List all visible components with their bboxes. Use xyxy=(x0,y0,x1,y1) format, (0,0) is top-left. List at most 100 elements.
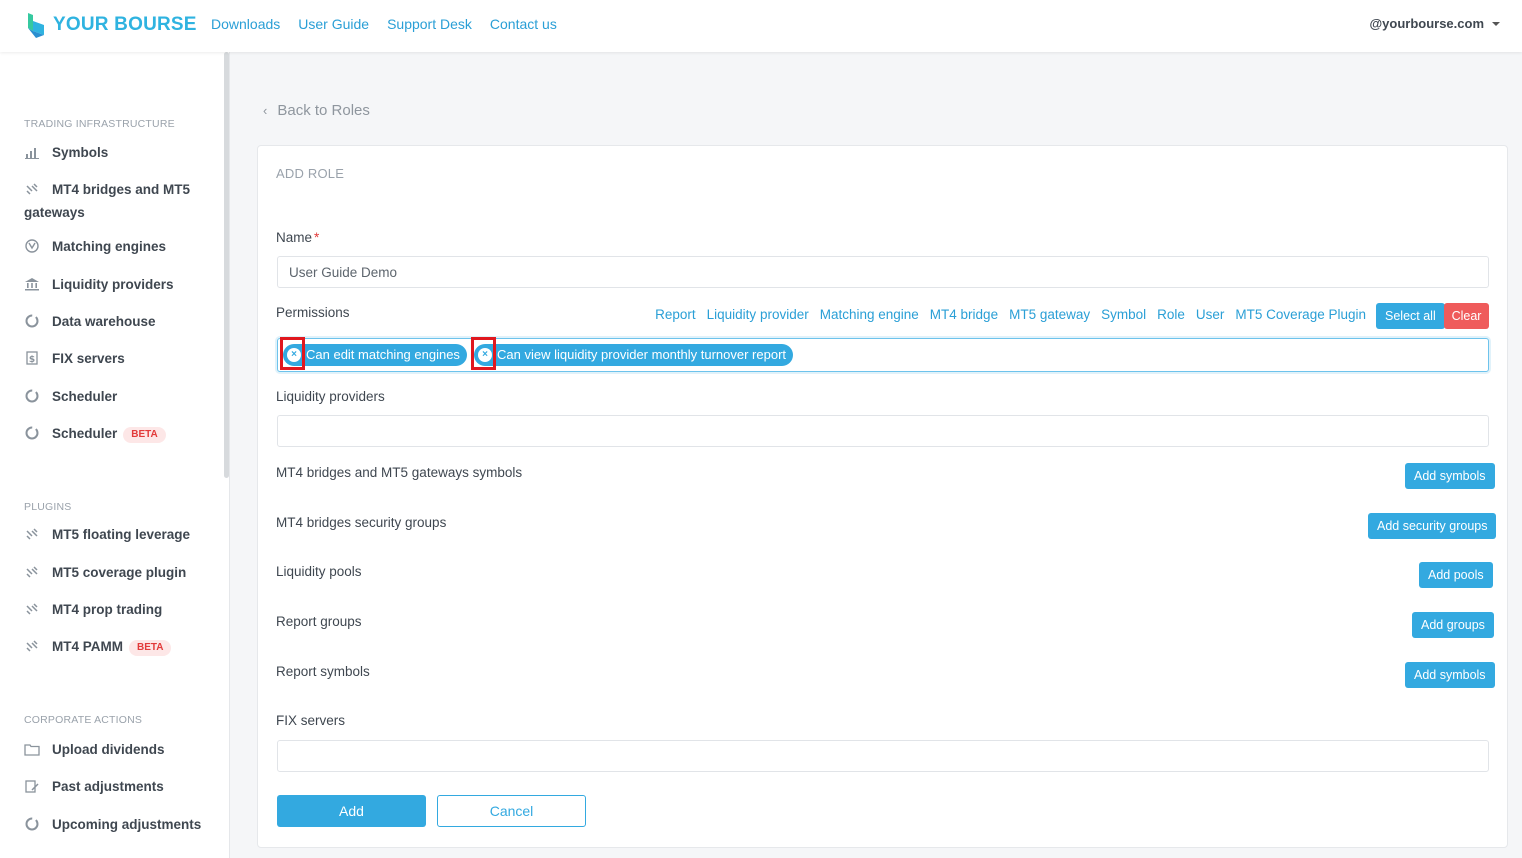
svg-text:$: $ xyxy=(29,355,35,365)
bar-chart-icon xyxy=(25,148,39,159)
filter-mt5-gateway[interactable]: MT5 gateway xyxy=(1009,307,1090,322)
sidebar-item-mt4-pamm[interactable]: MT4 PAMM BETA xyxy=(24,635,214,658)
sidebar-item-mt4-prop-trading[interactable]: MT4 prop trading xyxy=(24,598,214,621)
sidebar-item-liquidity-providers[interactable]: Liquidity providers xyxy=(24,273,214,296)
logo-text: YOUR BOURSE xyxy=(53,14,197,35)
nav-support-desk[interactable]: Support Desk xyxy=(387,16,472,32)
select-all-button[interactable]: Select all xyxy=(1376,303,1445,329)
tag-label: Can edit matching engines xyxy=(306,347,460,362)
liquidity-providers-label: Liquidity providers xyxy=(276,389,385,404)
mt4-symbols-label: MT4 bridges and MT5 gateways symbols xyxy=(276,465,523,480)
card-title: ADD ROLE xyxy=(276,166,345,181)
highlight-box xyxy=(471,337,496,370)
sidebar-item-label: MT5 coverage plugin xyxy=(52,565,187,580)
permission-filters: Report Liquidity provider Matching engin… xyxy=(655,307,1366,322)
edit-icon xyxy=(25,780,39,793)
beta-badge: BETA xyxy=(123,427,166,443)
filter-mt5-coverage-plugin[interactable]: MT5 Coverage Plugin xyxy=(1235,307,1366,322)
sidebar-item-data-warehouse[interactable]: Data warehouse xyxy=(24,310,214,333)
permission-tag: × Can edit matching engines xyxy=(283,344,467,366)
sidebar-item-label: Matching engines xyxy=(52,239,167,254)
sidebar-item-scheduler-beta[interactable]: Scheduler BETA xyxy=(24,422,214,445)
filter-user[interactable]: User xyxy=(1196,307,1225,322)
back-to-roles-link[interactable]: ‹ Back to Roles xyxy=(263,102,370,119)
name-label: Name * xyxy=(276,230,320,245)
fix-servers-input[interactable] xyxy=(277,740,1489,772)
filter-symbol[interactable]: Symbol xyxy=(1101,307,1146,322)
sidebar-item-label: Liquidity providers xyxy=(52,277,174,292)
permission-tag: × Can view liquidity provider monthly tu… xyxy=(474,344,794,366)
circle-icon xyxy=(25,314,39,328)
link-icon xyxy=(26,603,38,615)
bank-icon xyxy=(25,278,39,291)
sidebar-item-mt4-bridges[interactable]: MT4 bridges and MT5 gateways xyxy=(24,178,214,224)
permissions-label: Permissions xyxy=(276,305,350,320)
link-icon xyxy=(26,640,38,652)
filter-matching-engine[interactable]: Matching engine xyxy=(820,307,919,322)
report-groups-label: Report groups xyxy=(276,614,362,629)
sidebar-item-label: Scheduler xyxy=(52,426,118,441)
report-symbols-label: Report symbols xyxy=(276,664,370,679)
sidebar-item-label: MT4 PAMM xyxy=(52,639,123,654)
filter-report[interactable]: Report xyxy=(655,307,696,322)
top-nav: Downloads User Guide Support Desk Contac… xyxy=(211,16,575,32)
link-icon xyxy=(26,566,38,578)
liquidity-pools-label: Liquidity pools xyxy=(276,564,362,579)
sidebar-item-symbols[interactable]: Symbols xyxy=(24,141,214,164)
required-mark: * xyxy=(314,230,320,245)
circle-icon xyxy=(25,426,39,440)
back-label: Back to Roles xyxy=(277,102,370,119)
nav-downloads[interactable]: Downloads xyxy=(211,16,280,32)
sidebar-item-label: Past adjustments xyxy=(52,779,164,794)
circle-icon xyxy=(25,817,39,831)
beta-badge: BETA xyxy=(129,640,172,656)
fix-servers-label: FIX servers xyxy=(276,713,346,728)
add-report-symbols-button[interactable]: Add symbols xyxy=(1405,662,1495,688)
user-menu[interactable]: @yourbourse.com xyxy=(1369,16,1500,31)
sidebar-item-label: Upcoming adjustments xyxy=(52,817,202,832)
highlight-box xyxy=(280,337,305,370)
link-icon xyxy=(26,528,38,540)
filter-liquidity-provider[interactable]: Liquidity provider xyxy=(707,307,809,322)
sidebar-item-matching-engines[interactable]: Matching engines xyxy=(24,235,214,258)
sidebar-item-upcoming-adjustments[interactable]: Upcoming adjustments xyxy=(24,813,214,836)
circle-icon xyxy=(25,389,39,403)
sidebar-item-label: Data warehouse xyxy=(52,314,156,329)
logo-icon xyxy=(28,13,44,38)
sidebar-item-label: Scheduler xyxy=(52,389,118,404)
sidebar-item-label: MT4 bridges and MT5 xyxy=(52,182,191,197)
sidebar-item-label: MT4 prop trading xyxy=(52,602,163,617)
cancel-button[interactable]: Cancel xyxy=(437,795,586,827)
nav-contact-us[interactable]: Contact us xyxy=(490,16,557,32)
liquidity-providers-input[interactable] xyxy=(277,415,1489,447)
sidebar-item-upload-dividends[interactable]: Upload dividends xyxy=(24,738,214,761)
add-security-groups-button[interactable]: Add security groups xyxy=(1368,513,1497,539)
sidebar-item-scheduler[interactable]: Scheduler xyxy=(24,385,214,408)
tag-label: Can view liquidity provider monthly turn… xyxy=(497,347,787,362)
sidebar-scrollbar[interactable] xyxy=(224,52,229,478)
top-header: YOUR BOURSE Downloads User Guide Support… xyxy=(0,0,1522,52)
add-groups-button[interactable]: Add groups xyxy=(1412,612,1494,638)
security-groups-label: MT4 bridges security groups xyxy=(276,515,447,530)
section-title-corporate-actions: CORPORATE ACTIONS xyxy=(24,714,143,726)
logo[interactable]: YOUR BOURSE xyxy=(25,10,197,40)
filter-mt4-bridge[interactable]: MT4 bridge xyxy=(930,307,998,322)
nav-user-guide[interactable]: User Guide xyxy=(298,16,369,32)
section-title-plugins: PLUGINS xyxy=(24,501,72,513)
clear-button[interactable]: Clear xyxy=(1444,303,1489,329)
sidebar-item-fix-servers[interactable]: $ FIX servers xyxy=(24,347,214,370)
link-icon xyxy=(26,183,38,195)
add-button[interactable]: Add xyxy=(277,795,426,827)
permissions-tag-input[interactable]: × Can edit matching engines × Can view l… xyxy=(277,338,1489,372)
name-input[interactable]: User Guide Demo xyxy=(277,256,1489,288)
add-symbols-button[interactable]: Add symbols xyxy=(1405,463,1495,489)
sidebar-item-mt5-floating-leverage[interactable]: MT5 floating leverage xyxy=(24,523,214,546)
sidebar-item-mt5-coverage-plugin[interactable]: MT5 coverage plugin xyxy=(24,561,214,584)
sidebar-item-past-adjustments[interactable]: Past adjustments xyxy=(24,775,214,798)
dollar-doc-icon: $ xyxy=(26,351,38,365)
sidebar-item-label-cont: gateways xyxy=(24,205,85,220)
section-title-trading: TRADING INFRASTRUCTURE xyxy=(24,118,175,130)
chevron-left-icon: ‹ xyxy=(263,103,268,118)
filter-role[interactable]: Role xyxy=(1157,307,1185,322)
add-pools-button[interactable]: Add pools xyxy=(1419,562,1493,588)
